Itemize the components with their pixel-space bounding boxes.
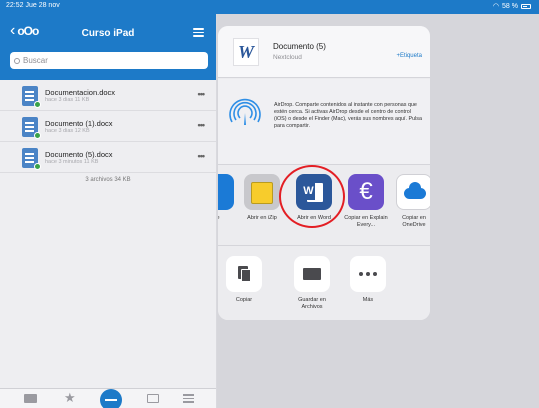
folder-title: Curso iPad <box>81 28 135 39</box>
file-row[interactable]: Documentacion.docx hace 3 dias 11 KB ••• <box>0 80 216 111</box>
airdrop-section[interactable]: AirDrop. Comparte contenidos al instante… <box>218 79 430 165</box>
app-explain-everything[interactable]: € Copiar en Explain Every... <box>342 174 390 228</box>
more-options-icon[interactable]: ••• <box>198 89 206 99</box>
app-label: Abrir en iZip <box>247 215 277 221</box>
action-label: Más <box>362 297 374 303</box>
upload-button-icon[interactable] <box>100 389 122 408</box>
file-meta: hace 3 dias 12 KB <box>45 128 90 134</box>
app-onedrive[interactable]: Copiar en OneDrive <box>390 174 430 228</box>
onedrive-icon <box>396 174 430 210</box>
synced-badge-icon <box>34 132 41 139</box>
battery-icon <box>521 3 531 9</box>
wifi-icon: ◠ <box>492 3 500 10</box>
favorites-tab-icon[interactable]: ★ <box>64 391 78 404</box>
more-options-icon[interactable]: ••• <box>198 151 206 161</box>
search-icon <box>14 57 20 64</box>
word-document-thumbnail-icon: W <box>233 38 259 66</box>
file-meta: hace 3 minutos 11 KB <box>45 159 99 165</box>
document-title: Documento (5) <box>273 42 326 51</box>
file-list-pane: ‹ oOo Curso iPad Documentacion.docx hace… <box>0 14 216 408</box>
copy-action[interactable]: Copiar <box>222 256 266 304</box>
save-to-files-action[interactable]: Guardar en Archivos <box>290 256 334 310</box>
file-row[interactable]: Documento (5).docx hace 3 minutos 11 KB … <box>0 142 216 173</box>
app-label: Copiar en Explain Every... <box>344 215 388 228</box>
media-tab-icon[interactable] <box>147 392 161 404</box>
more-action[interactable]: Más <box>346 256 390 304</box>
airdrop-description: AirDrop. Comparte contenidos al instante… <box>274 102 423 129</box>
action-row: Copiar Guardar en Archivos Más <box>218 247 430 320</box>
status-right: ◠ 58 % <box>493 2 531 10</box>
app-label: Copiar en OneDrive <box>402 215 426 228</box>
tab-bar: ★ <box>0 388 216 408</box>
file-count: 3 archivos 34 KB <box>85 177 131 183</box>
izip-icon <box>244 174 280 210</box>
left-header: ‹ oOo Curso iPad <box>0 14 216 80</box>
highlight-circle <box>279 165 345 228</box>
search-input[interactable] <box>23 56 193 65</box>
cloud-app-icon <box>218 174 234 210</box>
status-bar: 22:52 Jue 28 nov ◠ 58 % <box>0 0 539 14</box>
more-icon <box>350 256 386 292</box>
battery-percent: 58 % <box>502 2 518 10</box>
more-options-icon[interactable]: ••• <box>198 120 206 130</box>
document-source: Nextcloud <box>273 54 302 61</box>
file-name: Documento (5).docx <box>45 150 113 159</box>
synced-badge-icon <box>34 101 41 108</box>
more-tab-icon[interactable] <box>183 392 197 404</box>
app-label: ive <box>218 215 240 222</box>
action-label: Guardar en Archivos <box>298 297 326 310</box>
status-time: 22:52 Jue 28 nov <box>6 2 60 9</box>
folder-icon <box>294 256 330 292</box>
file-name: Documento (1).docx <box>45 119 113 128</box>
share-sheet-header: W Documento (5) Nextcloud +Etiqueta <box>218 26 430 78</box>
files-tab-icon[interactable] <box>24 392 38 404</box>
file-row[interactable]: Documento (1).docx hace 3 dias 12 KB ••• <box>0 111 216 142</box>
action-label: Copiar <box>235 297 253 303</box>
app-partial[interactable]: ive <box>218 174 240 222</box>
explain-everything-icon: € <box>348 174 384 210</box>
synced-badge-icon <box>34 163 41 170</box>
add-tag-button[interactable]: +Etiqueta <box>396 53 422 59</box>
search-bar[interactable] <box>10 52 208 69</box>
file-meta: hace 3 dias 11 KB <box>45 97 90 103</box>
airdrop-icon <box>229 98 261 125</box>
sort-menu-icon[interactable] <box>193 28 204 39</box>
file-name: Documentacion.docx <box>45 88 116 97</box>
file-list: Documentacion.docx hace 3 dias 11 KB •••… <box>0 80 216 173</box>
copy-icon <box>226 256 262 292</box>
